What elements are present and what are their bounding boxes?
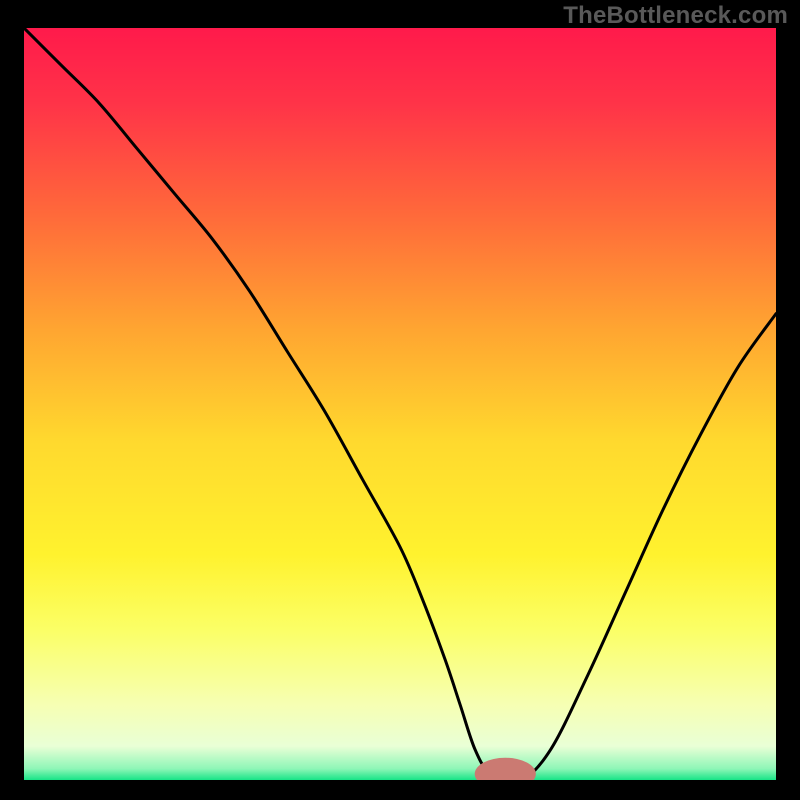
bottleneck-plot [24,28,776,780]
gradient-background [24,28,776,780]
chart-frame: TheBottleneck.com [0,0,800,800]
watermark-text: TheBottleneck.com [563,2,788,30]
plot-svg [24,28,776,780]
